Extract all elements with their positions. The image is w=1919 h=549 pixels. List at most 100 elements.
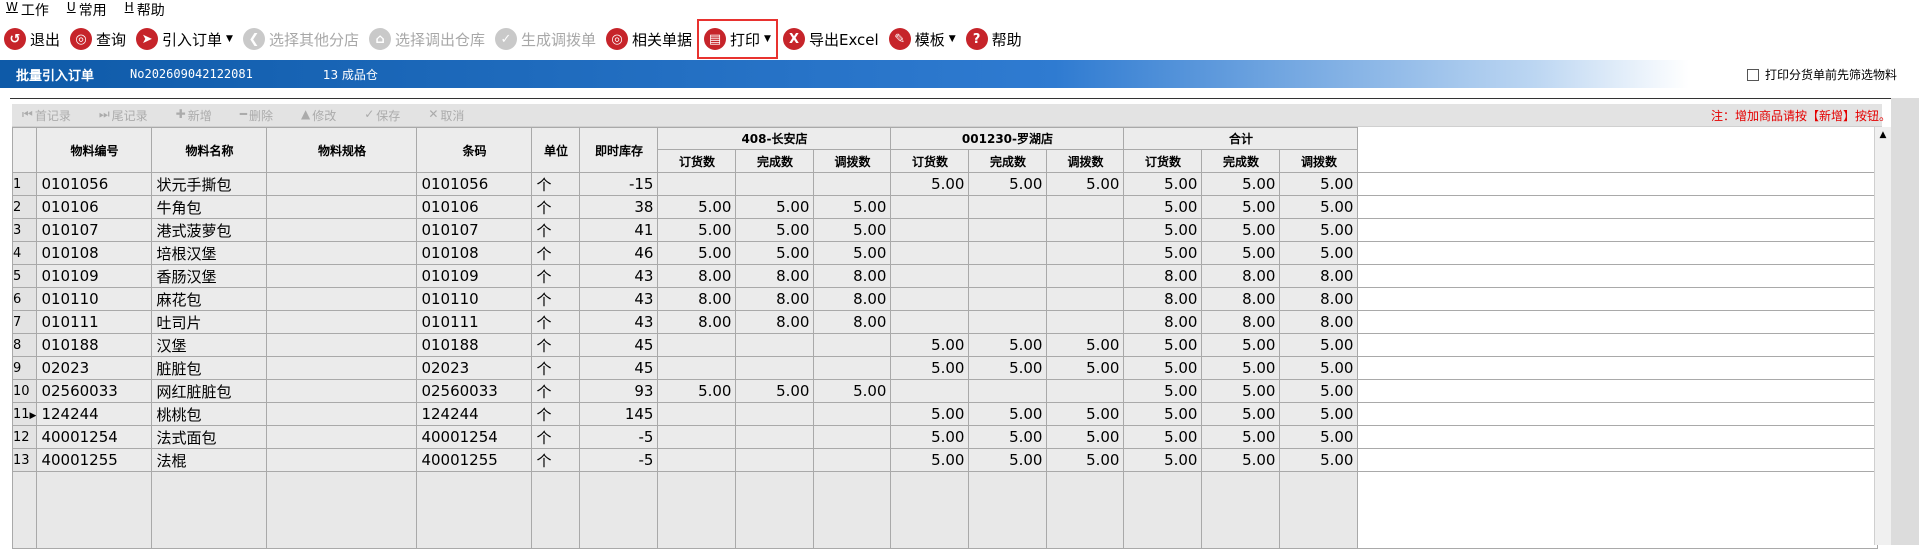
material-name-cell[interactable]: 法棍: [151, 448, 268, 472]
qty-cell[interactable]: 5.00: [1123, 402, 1203, 426]
qty-cell[interactable]: [890, 287, 970, 311]
unit-cell[interactable]: 个: [531, 333, 581, 357]
barcode-cell[interactable]: 010110: [416, 287, 533, 311]
unit-cell[interactable]: 个: [531, 402, 581, 426]
barcode-cell[interactable]: 02560033: [416, 379, 533, 403]
qty-cell[interactable]: 5.00: [657, 241, 737, 265]
qty-cell[interactable]: [657, 333, 737, 357]
toolbar-button-3[interactable]: ❮ 选择其他分店: [239, 22, 363, 56]
qty-cell[interactable]: 8.00: [813, 264, 892, 288]
qty-cell[interactable]: 8.00: [1279, 264, 1359, 288]
qty-cell[interactable]: 5.00: [735, 241, 815, 265]
qty-cell[interactable]: [735, 356, 815, 380]
material-name-cell[interactable]: 香肠汉堡: [151, 264, 268, 288]
scroll-up-arrow-icon[interactable]: ▲: [1875, 127, 1891, 143]
stock-qty-cell[interactable]: 41: [579, 218, 659, 242]
material-spec-cell[interactable]: [266, 241, 418, 265]
material-spec-cell[interactable]: [266, 218, 418, 242]
table-row[interactable]: 2 010106 牛角包 010106 个 38 5.00 5.00 5.00 5.00 5.00 5…: [11, 195, 1879, 219]
barcode-cell[interactable]: 010108: [416, 241, 533, 265]
unit-cell[interactable]: 个: [531, 172, 581, 196]
qty-cell[interactable]: 5.00: [890, 402, 970, 426]
qty-cell[interactable]: [657, 425, 737, 449]
qty-cell[interactable]: 5.00: [1046, 425, 1125, 449]
toolbar-button-5[interactable]: ✓ 生成调拨单: [491, 22, 600, 56]
stock-qty-cell[interactable]: 145: [579, 402, 659, 426]
unit-cell[interactable]: 个: [531, 195, 581, 219]
unit-cell[interactable]: 个: [531, 241, 581, 265]
barcode-cell[interactable]: 124244: [416, 402, 533, 426]
table-row[interactable]: 13 40001255 法棍 40001255 个 -5 5.00 5.00 5.00 5.00 5…: [11, 448, 1879, 472]
qty-cell[interactable]: [735, 333, 815, 357]
qty-cell[interactable]: [657, 402, 737, 426]
material-spec-cell[interactable]: [266, 264, 418, 288]
qty-cell[interactable]: 8.00: [1201, 310, 1281, 334]
qty-cell[interactable]: 5.00: [1123, 172, 1203, 196]
toolbar-button-4[interactable]: ⌂ 选择调出仓库: [365, 22, 489, 56]
qty-cell[interactable]: 8.00: [1201, 264, 1281, 288]
qty-cell[interactable]: 5.00: [1201, 402, 1281, 426]
qty-cell[interactable]: [1046, 241, 1125, 265]
sub-column-header[interactable]: 完成数: [968, 149, 1048, 173]
qty-cell[interactable]: 5.00: [1279, 195, 1359, 219]
material-name-cell[interactable]: 状元手撕包: [151, 172, 268, 196]
qty-cell[interactable]: 8.00: [1123, 287, 1203, 311]
qty-cell[interactable]: [735, 425, 815, 449]
qty-cell[interactable]: 5.00: [968, 448, 1048, 472]
qty-cell[interactable]: 5.00: [1279, 218, 1359, 242]
qty-cell[interactable]: 5.00: [657, 218, 737, 242]
grid-action-0[interactable]: ⏮ 首记录: [22, 107, 71, 124]
material-code-cell[interactable]: 010106: [36, 195, 153, 219]
qty-cell[interactable]: [735, 172, 815, 196]
qty-cell[interactable]: [968, 218, 1048, 242]
filter-before-print-option[interactable]: 打印分货单前先筛选物料: [1746, 66, 1897, 83]
sub-column-header[interactable]: 调拨数: [1279, 149, 1359, 173]
qty-cell[interactable]: 5.00: [1201, 448, 1281, 472]
table-row[interactable]: 5 010109 香肠汉堡 010109 个 43 8.00 8.00 8.00 8.00 8.00…: [11, 264, 1879, 288]
qty-cell[interactable]: [657, 172, 737, 196]
material-code-cell[interactable]: 010111: [36, 310, 153, 334]
unit-cell[interactable]: 个: [531, 264, 581, 288]
barcode-cell[interactable]: 010107: [416, 218, 533, 242]
toolbar-button-0[interactable]: ↺ 退出: [0, 22, 64, 56]
stock-qty-cell[interactable]: 45: [579, 333, 659, 357]
stock-qty-cell[interactable]: 43: [579, 310, 659, 334]
material-spec-cell[interactable]: [266, 448, 418, 472]
toolbar-button-9[interactable]: ✎ 模板 ▼: [885, 22, 960, 56]
qty-cell[interactable]: 5.00: [1201, 356, 1281, 380]
toolbar-button-2[interactable]: ➤ 引入订单 ▼: [132, 22, 237, 56]
qty-cell[interactable]: 5.00: [968, 402, 1048, 426]
table-row[interactable]: 12 40001254 法式面包 40001254 个 -5 5.00 5.00 5.00 5.0…: [11, 425, 1879, 449]
material-code-cell[interactable]: 010188: [36, 333, 153, 357]
qty-cell[interactable]: 8.00: [1201, 287, 1281, 311]
menu-1[interactable]: U 常用: [67, 0, 107, 20]
qty-cell[interactable]: 5.00: [813, 195, 892, 219]
material-name-cell[interactable]: 汉堡: [151, 333, 268, 357]
qty-cell[interactable]: [890, 379, 970, 403]
qty-cell[interactable]: 5.00: [1201, 172, 1281, 196]
qty-cell[interactable]: 5.00: [1279, 425, 1359, 449]
table-row[interactable]: 4 010108 培根汉堡 010108 个 46 5.00 5.00 5.00 5.00 5.00…: [11, 241, 1879, 265]
qty-cell[interactable]: 8.00: [735, 264, 815, 288]
qty-cell[interactable]: 5.00: [813, 379, 892, 403]
qty-cell[interactable]: 5.00: [890, 425, 970, 449]
qty-cell[interactable]: [1046, 287, 1125, 311]
dropdown-caret-icon[interactable]: ▼: [764, 34, 771, 44]
filter-before-print-checkbox[interactable]: [1746, 68, 1759, 81]
material-name-cell[interactable]: 脏脏包: [151, 356, 268, 380]
qty-cell[interactable]: [1046, 218, 1125, 242]
material-name-cell[interactable]: 网红脏脏包: [151, 379, 268, 403]
qty-cell[interactable]: 5.00: [1201, 241, 1281, 265]
qty-cell[interactable]: [968, 264, 1048, 288]
stock-qty-cell[interactable]: -5: [579, 448, 659, 472]
grid-action-3[interactable]: ━ 删除: [240, 107, 273, 124]
barcode-cell[interactable]: 010188: [416, 333, 533, 357]
material-spec-cell[interactable]: [266, 425, 418, 449]
material-code-cell[interactable]: 02560033: [36, 379, 153, 403]
barcode-cell[interactable]: 010109: [416, 264, 533, 288]
toolbar-button-10[interactable]: ? 帮助: [962, 22, 1026, 56]
qty-cell[interactable]: 5.00: [1201, 333, 1281, 357]
column-header[interactable]: 单位: [531, 127, 581, 173]
material-spec-cell[interactable]: [266, 379, 418, 403]
grid-action-5[interactable]: ✓ 保存: [364, 107, 400, 124]
